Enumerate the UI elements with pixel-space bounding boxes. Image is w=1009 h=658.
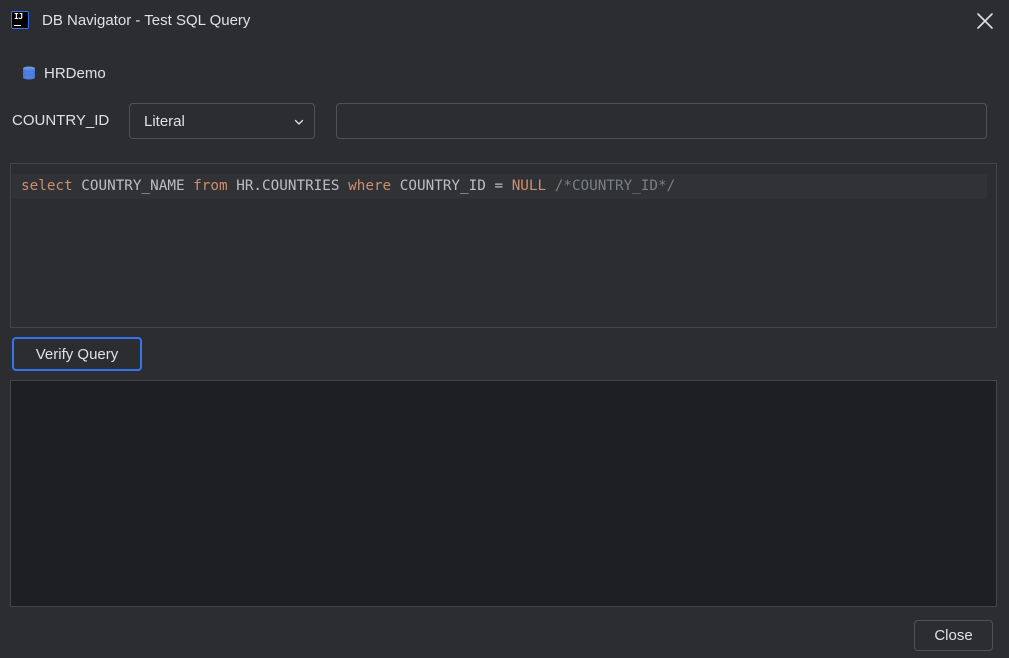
sql-token: NULL xyxy=(511,178,547,194)
parameter-name-label: COUNTRY_ID xyxy=(12,112,110,129)
sql-token: HR.COUNTRIES xyxy=(227,178,349,194)
test-sql-query-dialog: IJ DB Navigator - Test SQL Query HRDemo … xyxy=(0,0,1009,658)
window-title: DB Navigator - Test SQL Query xyxy=(42,12,251,29)
connection-label: HRDemo xyxy=(21,62,106,84)
database-icon xyxy=(23,66,35,80)
sql-token: select xyxy=(21,178,73,194)
title-bar: IJ DB Navigator - Test SQL Query xyxy=(0,0,1009,42)
sql-code: select COUNTRY_NAME from HR.COUNTRIES wh… xyxy=(21,178,675,194)
verify-query-button[interactable]: Verify Query xyxy=(12,337,142,371)
intellij-icon: IJ xyxy=(11,11,29,29)
connection-name: HRDemo xyxy=(44,64,106,82)
verify-result-area xyxy=(10,380,997,607)
sql-editor[interactable]: select COUNTRY_NAME from HR.COUNTRIES wh… xyxy=(10,163,997,328)
sql-token: from xyxy=(193,178,228,194)
sql-token: where xyxy=(348,178,392,194)
parameter-value-input[interactable] xyxy=(336,103,987,139)
parameter-type-value: Literal xyxy=(144,113,185,130)
sql-token: /*COUNTRY_ID*/ xyxy=(546,178,676,194)
sql-token: COUNTRY_ID = xyxy=(391,178,512,194)
close-button[interactable]: Close xyxy=(914,620,993,651)
sql-token: COUNTRY_NAME xyxy=(72,178,194,194)
close-icon[interactable] xyxy=(973,9,997,33)
chevron-down-icon xyxy=(294,119,304,125)
parameter-type-dropdown[interactable]: Literal xyxy=(129,103,315,139)
